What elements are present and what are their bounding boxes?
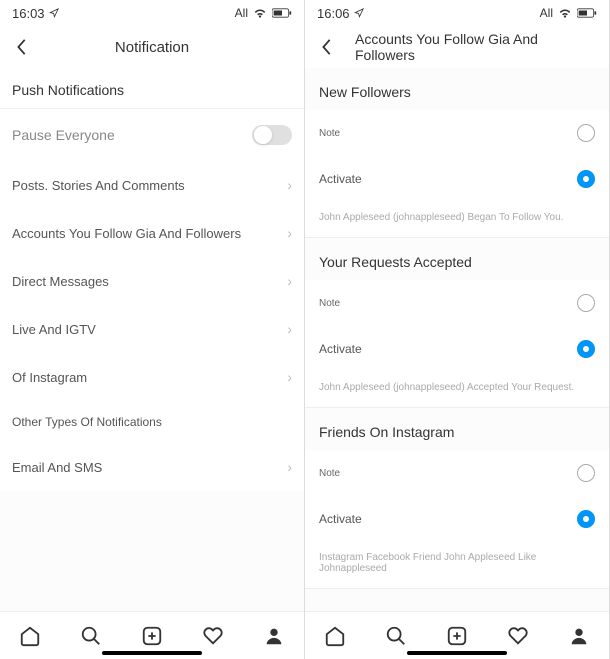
pause-everyone-label: Pause Everyone — [12, 127, 115, 143]
home-indicator — [102, 651, 202, 655]
nav-accounts-follow[interactable]: Accounts You Follow Gia And Followers › — [0, 209, 304, 257]
nav-label: Live And IGTV — [12, 322, 96, 337]
radio-unselected[interactable] — [577, 294, 595, 312]
status-bar: 16:03 All — [0, 0, 304, 26]
page-title: Notification — [115, 39, 189, 56]
profile-icon[interactable] — [567, 624, 591, 648]
heart-icon[interactable] — [506, 624, 530, 648]
nav-label: Email And SMS — [12, 460, 102, 475]
battery-icon — [272, 7, 292, 19]
section-friends-instagram: Friends On Instagram — [305, 408, 609, 450]
screen-notifications: 16:03 All Notification Push Notification… — [0, 0, 305, 659]
hint-requests: John Appleseed (johnappleseed) Accepted … — [305, 372, 609, 408]
radio-unselected[interactable] — [577, 124, 595, 142]
nav-label: Direct Messages — [12, 274, 109, 289]
other-types-label: Other Types Of Notifications — [0, 401, 304, 443]
back-button[interactable] — [12, 34, 32, 60]
nav-of-instagram[interactable]: Of Instagram › — [0, 353, 304, 401]
wifi-icon — [558, 6, 572, 20]
chevron-right-icon: › — [287, 321, 292, 337]
pause-everyone-row[interactable]: Pause Everyone — [0, 109, 304, 161]
heart-icon[interactable] — [201, 624, 225, 648]
chevron-right-icon: › — [287, 225, 292, 241]
radio-label: Note — [319, 128, 340, 139]
status-carrier: All — [540, 6, 553, 20]
chevron-right-icon: › — [287, 273, 292, 289]
radio-label: Note — [319, 468, 340, 479]
hint-new-followers: John Appleseed (johnappleseed) Began To … — [305, 202, 609, 238]
nav-label: Posts. Stories And Comments — [12, 178, 185, 193]
chevron-right-icon: › — [287, 369, 292, 385]
nav-label: Accounts You Follow Gia And Followers — [12, 226, 241, 241]
chevron-right-icon: › — [287, 177, 292, 193]
chevron-right-icon: › — [287, 459, 292, 475]
location-icon — [49, 8, 59, 18]
chevron-left-icon — [16, 38, 28, 56]
radio-label: Note — [319, 298, 340, 309]
battery-icon — [577, 7, 597, 19]
content: New Followers Note Activate John Applese… — [305, 68, 609, 611]
back-button[interactable] — [317, 34, 337, 60]
status-time: 16:03 — [12, 6, 45, 21]
radio-selected[interactable] — [577, 510, 595, 528]
section-new-followers: New Followers — [305, 68, 609, 110]
requests-none[interactable]: Note — [305, 280, 609, 326]
nav-direct-messages[interactable]: Direct Messages › — [0, 257, 304, 305]
add-post-icon[interactable] — [140, 624, 164, 648]
page-title: Accounts You Follow Gia And Followers — [337, 31, 597, 63]
hint-friends: Instagram Facebook Friend John Appleseed… — [305, 542, 609, 589]
search-icon[interactable] — [79, 624, 103, 648]
nav-live-igtv[interactable]: Live And IGTV › — [0, 305, 304, 353]
friends-activate[interactable]: Activate — [305, 496, 609, 542]
chevron-left-icon — [321, 38, 333, 56]
nav-posts-stories[interactable]: Posts. Stories And Comments › — [0, 161, 304, 209]
new-followers-activate[interactable]: Activate — [305, 156, 609, 202]
search-icon[interactable] — [384, 624, 408, 648]
status-carrier: All — [235, 6, 248, 20]
location-icon — [354, 8, 364, 18]
radio-label: Activate — [319, 342, 362, 356]
requests-activate[interactable]: Activate — [305, 326, 609, 372]
radio-label: Activate — [319, 512, 362, 526]
home-indicator — [407, 651, 507, 655]
status-time: 16:06 — [317, 6, 350, 21]
push-notifications-label: Push Notifications — [0, 68, 304, 109]
home-icon[interactable] — [18, 624, 42, 648]
home-icon[interactable] — [323, 624, 347, 648]
header: Accounts You Follow Gia And Followers — [305, 26, 609, 68]
wifi-icon — [253, 6, 267, 20]
new-followers-none[interactable]: Note — [305, 110, 609, 156]
add-post-icon[interactable] — [445, 624, 469, 648]
status-bar: 16:06 All — [305, 0, 609, 26]
radio-unselected[interactable] — [577, 464, 595, 482]
content: Push Notifications Pause Everyone Posts.… — [0, 68, 304, 611]
radio-label: Activate — [319, 172, 362, 186]
profile-icon[interactable] — [262, 624, 286, 648]
pause-everyone-toggle[interactable] — [252, 125, 292, 145]
nav-email-sms[interactable]: Email And SMS › — [0, 443, 304, 491]
radio-selected[interactable] — [577, 170, 595, 188]
header: Notification — [0, 26, 304, 68]
section-requests-accepted: Your Requests Accepted — [305, 238, 609, 280]
screen-accounts-follow: 16:06 All Accounts You Follow Gia And Fo… — [305, 0, 610, 659]
radio-selected[interactable] — [577, 340, 595, 358]
friends-none[interactable]: Note — [305, 450, 609, 496]
nav-label: Of Instagram — [12, 370, 87, 385]
